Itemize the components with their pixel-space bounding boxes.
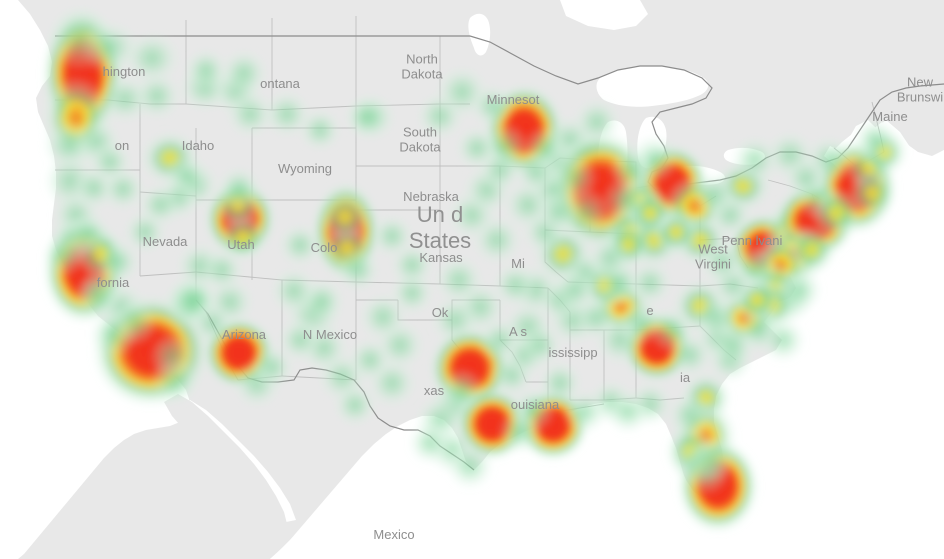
label-georgia: ia xyxy=(679,370,691,386)
label-mississippi: ississipp xyxy=(548,345,598,361)
label-nevada: Nevada xyxy=(142,234,188,250)
label-oklahoma: Ok xyxy=(431,305,449,321)
place-label-layer: hington on Idaho ontana North Dakota South Dako… xyxy=(0,0,944,559)
label-utah: Utah xyxy=(227,237,255,253)
label-tennessee: e xyxy=(646,303,654,319)
label-west-virginia: West Virgini xyxy=(695,241,731,272)
label-california: fornia xyxy=(96,275,130,291)
label-missouri: Mi xyxy=(511,256,525,272)
label-wyoming: Wyoming xyxy=(277,161,333,177)
label-south-dakota: South Dakota xyxy=(399,124,441,155)
label-pennsylvania: Penn lvani xyxy=(721,233,783,249)
label-arizona: Arizona xyxy=(221,327,267,343)
label-arkansas: A s xyxy=(508,324,528,340)
label-colorado: Colo xyxy=(310,240,338,256)
label-united-states: Un d States xyxy=(408,202,472,253)
heatmap-map-canvas[interactable]: hington on Idaho ontana North Dakota South Dako… xyxy=(0,0,944,559)
label-nebraska: Nebraska xyxy=(403,189,459,205)
label-new-brunswick: New Brunswi xyxy=(896,74,944,105)
label-washington: hington xyxy=(102,64,146,80)
label-maine: Maine xyxy=(872,109,908,125)
label-north-dakota: North Dakota xyxy=(401,51,443,82)
label-minnesota: Minnesot xyxy=(486,92,540,108)
label-mexico: Mexico xyxy=(373,527,415,543)
label-texas: xas xyxy=(423,383,445,399)
label-louisiana: ouisiana xyxy=(510,397,560,413)
label-montana: ontana xyxy=(260,76,300,92)
label-idaho: Idaho xyxy=(181,138,215,154)
label-oregon: on xyxy=(114,138,130,154)
label-new-mexico: N Mexico xyxy=(302,327,358,343)
label-kansas: Kansas xyxy=(419,250,463,266)
